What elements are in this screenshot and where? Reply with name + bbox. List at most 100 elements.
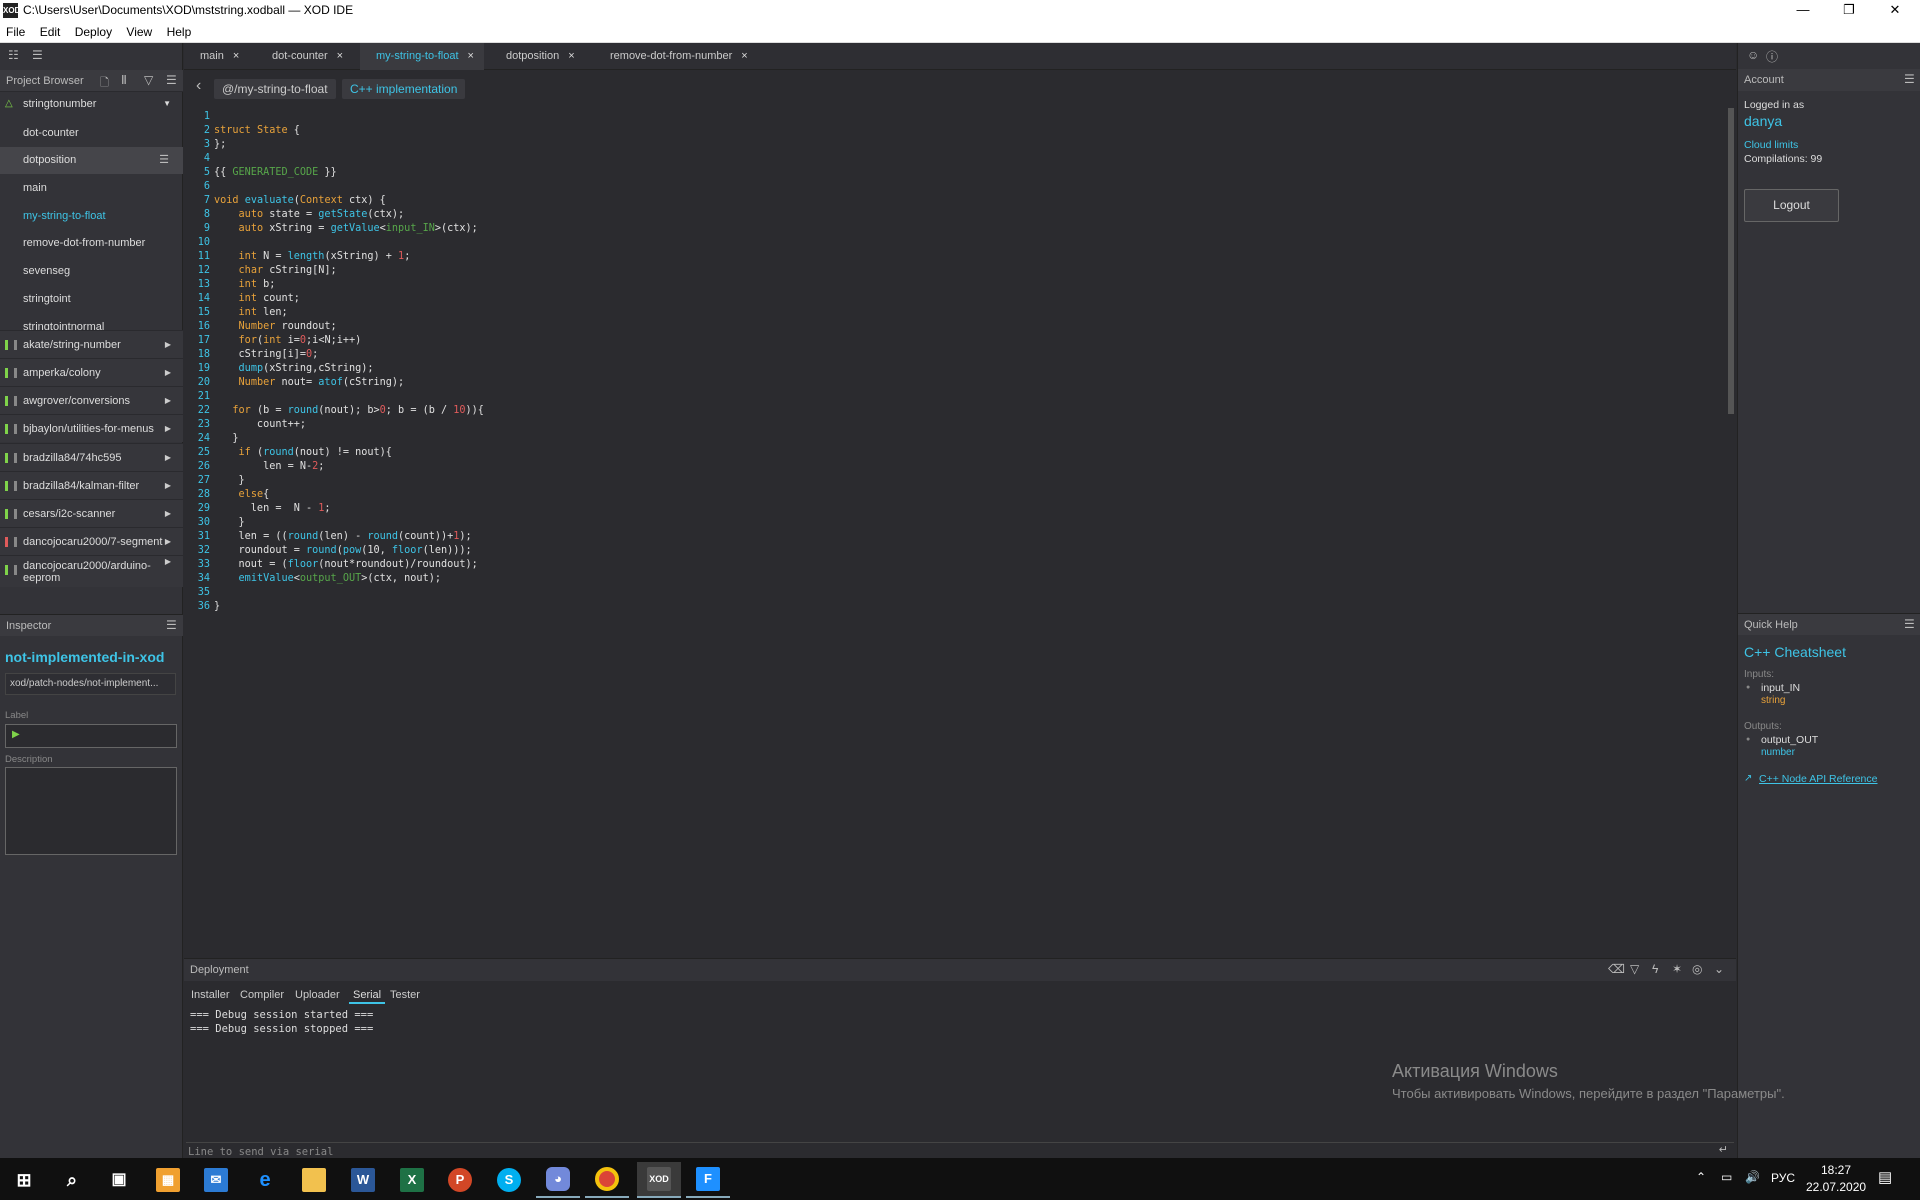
code-line[interactable]: int count; (214, 293, 300, 304)
mail-icon[interactable]: ✉ (194, 1162, 238, 1198)
tray-overflow-icon[interactable]: ⌃ (1696, 1170, 1706, 1184)
tab-close-icon[interactable]: × (337, 50, 343, 62)
node-type-field[interactable]: xod/patch-nodes/not-implement... (5, 673, 176, 695)
code-line[interactable]: auto xString = getValue<input_IN>(ctx); (214, 223, 478, 234)
patch-item-main[interactable]: main (0, 175, 183, 202)
task-view-icon[interactable]: ▣ (97, 1162, 141, 1198)
code-line[interactable]: char cString[N]; (214, 265, 337, 276)
library-item[interactable]: awgrover/conversions ▶ (0, 386, 183, 414)
menu-file[interactable]: File (0, 21, 30, 39)
code-line[interactable]: len = N-2; (214, 461, 324, 472)
code-line[interactable]: len = N - 1; (214, 503, 331, 514)
code-line[interactable]: } (214, 601, 220, 612)
app-f-icon[interactable]: F (686, 1162, 730, 1198)
library-item[interactable]: dancojocaru2000/7-segment ▶ (0, 527, 183, 555)
quick-help-menu-icon[interactable]: ☰ (1904, 617, 1915, 631)
clock-date[interactable]: 22.07.2020 (1806, 1180, 1866, 1194)
close-icon[interactable]: ✕ (1872, 0, 1918, 21)
back-arrow-icon[interactable]: ‹ (196, 77, 201, 95)
expand-arrow-icon[interactable]: ▶ (165, 472, 171, 499)
tab-dot-counter[interactable]: dot-counter × (256, 43, 353, 70)
breadcrumb-cpp[interactable]: C++ implementation (342, 79, 466, 99)
chrome-icon[interactable] (585, 1162, 629, 1198)
code-line[interactable]: cString[i]=0; (214, 349, 319, 360)
patch-item-dot-counter[interactable]: dot-counter (0, 120, 183, 147)
expand-arrow-icon[interactable]: ▶ (165, 556, 171, 568)
code-line[interactable]: auto state = getState(ctx); (214, 209, 405, 220)
skype-icon[interactable]: S (487, 1162, 531, 1198)
code-line[interactable]: else{ (214, 489, 270, 500)
maximize-icon[interactable]: ❐ (1826, 0, 1872, 21)
code-line[interactable]: } (214, 433, 238, 444)
chevron-down-icon[interactable]: ⌄ (1714, 962, 1724, 976)
expand-arrow-icon[interactable]: ▶ (165, 331, 171, 358)
code-line[interactable]: for (b = round(nout); b>0; b = (b / 10))… (214, 405, 484, 416)
minimize-icon[interactable]: — (1780, 0, 1826, 21)
code-line[interactable]: count++; (214, 419, 306, 430)
menu-edit[interactable]: Edit (34, 21, 66, 39)
eraser-icon[interactable]: ⌫ (1608, 962, 1625, 976)
expand-arrow-icon[interactable]: ▶ (165, 500, 171, 527)
tab-dotposition[interactable]: dotposition × (490, 43, 585, 70)
description-textarea[interactable] (5, 767, 177, 855)
library-item[interactable]: bjbaylon/utilities-for-menus ▶ (0, 414, 183, 442)
powerpoint-icon[interactable]: P (438, 1162, 482, 1198)
tab-remove-dot-from-number[interactable]: remove-dot-from-number × (594, 43, 758, 70)
panel-menu-icon[interactable]: ☰ (166, 73, 177, 87)
library-item[interactable]: dancojocaru2000/arduino-eeprom ▶ (0, 555, 183, 587)
filter-icon[interactable]: ▽ (1630, 962, 1639, 976)
expand-arrow-icon[interactable]: ▶ (165, 415, 171, 442)
code-line[interactable]: } (214, 475, 245, 486)
help-icon[interactable]: ⓘ (1766, 48, 1778, 65)
tab-main[interactable]: main × (184, 43, 249, 70)
tree-view-icon[interactable]: ☷ (8, 48, 19, 62)
library-item[interactable]: cesars/i2c-scanner ▶ (0, 499, 183, 527)
deploy-tab-tester[interactable]: Tester (390, 986, 420, 1004)
library-item[interactable]: amperka/colony ▶ (0, 358, 183, 386)
deploy-tab-uploader[interactable]: Uploader (295, 986, 340, 1004)
deploy-tab-serial[interactable]: Serial (349, 986, 386, 1004)
search-icon[interactable]: ⌕ (50, 1162, 94, 1198)
code-line[interactable]: {{ GENERATED_CODE }} (214, 167, 337, 178)
expand-arrow-icon[interactable]: ▶ (165, 444, 171, 471)
deploy-tab-installer[interactable]: Installer (191, 986, 230, 1004)
api-reference-link[interactable]: C++ Node API Reference (1759, 773, 1878, 785)
patch-menu-icon[interactable]: ☰ (159, 147, 169, 174)
code-line[interactable]: emitValue<output_OUT>(ctx, nout); (214, 573, 441, 584)
code-line[interactable]: Number roundout; (214, 321, 337, 332)
tab-close-icon[interactable]: × (233, 50, 239, 62)
new-patch-icon[interactable]: 🗋 (100, 74, 109, 93)
breadcrumb-patch[interactable]: @/my-string-to-float (214, 79, 336, 99)
code-line[interactable]: if (round(nout) != nout){ (214, 447, 392, 458)
expand-arrow-icon[interactable]: ▶ (165, 387, 171, 414)
send-enter-icon[interactable]: ↵ (1719, 1143, 1728, 1156)
menu-view[interactable]: View (120, 21, 157, 39)
menu-deploy[interactable]: Deploy (69, 21, 117, 39)
code-line[interactable]: roundout = round(pow(10, floor(len))); (214, 545, 472, 556)
add-library-icon[interactable]: Ⅱ (121, 73, 127, 87)
code-line[interactable]: nout = (floor(nout*roundout)/roundout); (214, 559, 478, 570)
code-line[interactable]: dump(xString,cString); (214, 363, 374, 374)
store-icon[interactable]: ▦ (146, 1162, 190, 1198)
filter-icon[interactable]: ▽ (144, 73, 153, 87)
edge-icon[interactable]: e (243, 1162, 287, 1198)
code-line[interactable]: int len; (214, 307, 288, 318)
expand-arrow-icon[interactable]: ▶ (165, 528, 171, 555)
library-item[interactable]: bradzilla84/kalman-filter ▶ (0, 471, 183, 499)
tab-close-icon[interactable]: × (568, 50, 574, 62)
excel-icon[interactable]: X (390, 1162, 434, 1198)
library-item[interactable]: akate/string-number ▶ (0, 330, 183, 358)
code-line[interactable]: int b; (214, 279, 276, 290)
watch-icon[interactable]: ◎ (1692, 962, 1702, 976)
logout-button[interactable]: Logout (1744, 189, 1839, 222)
account-menu-icon[interactable]: ☰ (1904, 72, 1915, 86)
collapse-arrow-icon[interactable]: ▼ (163, 92, 171, 116)
code-line[interactable]: len = ((round(len) - round(count))+1); (214, 531, 472, 542)
deploy-tab-compiler[interactable]: Compiler (240, 986, 284, 1004)
tab-my-string-to-float[interactable]: my-string-to-float × (360, 43, 484, 70)
clock-time[interactable]: 18:27 (1821, 1163, 1851, 1177)
project-root[interactable]: △ stringtonumber ▼ (0, 92, 183, 116)
code-line[interactable]: void evaluate(Context ctx) { (214, 195, 386, 206)
editor-scrollbar[interactable] (1728, 108, 1734, 414)
notifications-icon[interactable]: ▤ (1878, 1168, 1892, 1186)
